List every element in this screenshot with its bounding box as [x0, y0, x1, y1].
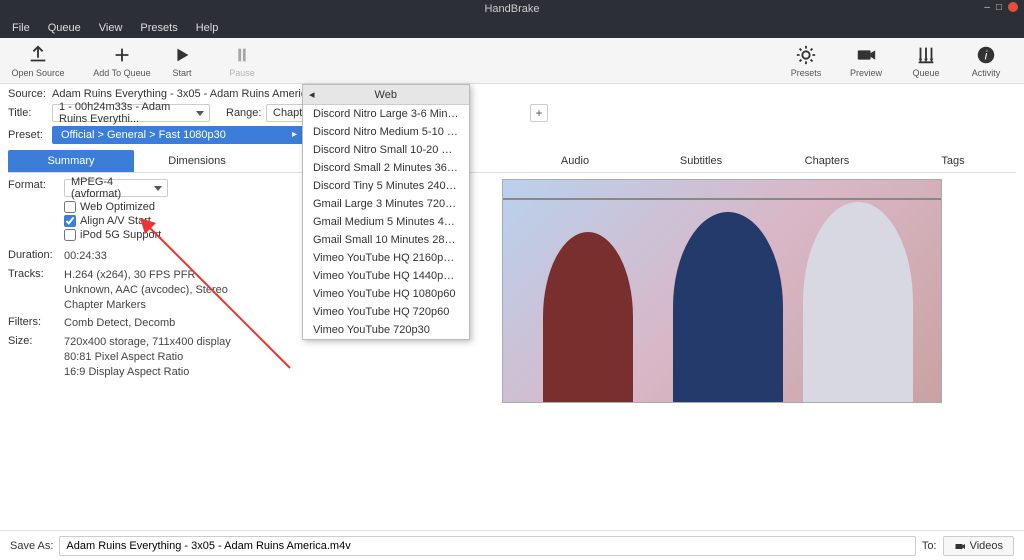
- tracks-value: H.264 (x264), 30 FPS PFR Unknown, AAC (a…: [64, 268, 228, 313]
- menu-bar: File Queue View Presets Help: [0, 18, 1024, 38]
- preview-pane: [428, 179, 1016, 403]
- preset-option[interactable]: Vimeo YouTube 720p30: [303, 321, 469, 339]
- preset-option[interactable]: Discord Nitro Medium 5-10 Minutes 720p30: [303, 123, 469, 141]
- ipod5g-checkbox[interactable]: [64, 229, 76, 241]
- preset-option[interactable]: Discord Small 2 Minutes 360p30: [303, 159, 469, 177]
- to-label: To:: [922, 540, 937, 552]
- destination-button[interactable]: Videos: [943, 536, 1014, 556]
- folder-icon: [954, 540, 966, 552]
- preset-select[interactable]: Official > General > Fast 1080p30: [52, 126, 304, 144]
- preset-option[interactable]: Vimeo YouTube HQ 720p60: [303, 303, 469, 321]
- format-label: Format:: [8, 179, 64, 197]
- queue-icon: [915, 44, 937, 66]
- open-source-button[interactable]: Open Source: [8, 44, 68, 78]
- title-label: Title:: [8, 107, 48, 119]
- camera-icon: [855, 44, 877, 66]
- toolbar: Open Source Add To Queue Start Pause Pre…: [0, 38, 1024, 84]
- preset-option[interactable]: Discord Tiny 5 Minutes 240p30: [303, 177, 469, 195]
- add-preset-button[interactable]: +: [530, 104, 548, 122]
- preview-image: [502, 179, 942, 403]
- size-value: 720x400 storage, 711x400 display 80:81 P…: [64, 335, 231, 380]
- saveas-label: Save As:: [10, 540, 53, 552]
- open-icon: [27, 44, 49, 66]
- popup-back-icon[interactable]: ◂: [309, 88, 315, 101]
- preset-option[interactable]: Vimeo YouTube HQ 1440p60 2.5K: [303, 267, 469, 285]
- tab-audio[interactable]: Audio: [512, 150, 638, 172]
- menu-queue[interactable]: Queue: [40, 20, 89, 36]
- title-select[interactable]: 1 - 00h24m33s - Adam Ruins Everythi...: [52, 104, 210, 122]
- preview-button[interactable]: Preview: [836, 44, 896, 78]
- tab-chapters[interactable]: Chapters: [764, 150, 890, 172]
- web-optimized-checkbox[interactable]: [64, 201, 76, 213]
- add-to-queue-button[interactable]: Add To Queue: [92, 44, 152, 78]
- align-av-checkbox[interactable]: [64, 215, 76, 227]
- menu-view[interactable]: View: [91, 20, 131, 36]
- menu-file[interactable]: File: [4, 20, 38, 36]
- pause-button: Pause: [212, 44, 272, 78]
- close-icon[interactable]: [1008, 2, 1018, 12]
- tab-bar: Summary Dimensions Filters Video Audio S…: [8, 150, 1016, 173]
- preset-label: Preset:: [8, 129, 48, 141]
- format-select[interactable]: MPEG-4 (avformat): [64, 179, 168, 197]
- size-label: Size:: [8, 335, 64, 380]
- plus-icon: [111, 44, 133, 66]
- menu-presets[interactable]: Presets: [132, 20, 185, 36]
- info-icon: i: [975, 44, 997, 66]
- duration-value: 00:24:33: [64, 249, 107, 264]
- source-label: Source:: [8, 88, 48, 100]
- save-bar: Save As: To: Videos: [0, 530, 1024, 560]
- maximize-icon[interactable]: □: [996, 2, 1002, 13]
- preset-option[interactable]: Vimeo YouTube HQ 2160p60 4K: [303, 249, 469, 267]
- activity-button[interactable]: i Activity: [956, 44, 1016, 78]
- queue-button[interactable]: Queue: [896, 44, 956, 78]
- start-button[interactable]: Start: [152, 44, 212, 78]
- gear-icon: [795, 44, 817, 66]
- tracks-label: Tracks:: [8, 268, 64, 313]
- tab-tags[interactable]: Tags: [890, 150, 1016, 172]
- preset-option[interactable]: Gmail Small 10 Minutes 288p30: [303, 231, 469, 249]
- filters-label: Filters:: [8, 316, 64, 331]
- minimize-icon[interactable]: –: [984, 2, 990, 13]
- preset-option[interactable]: Gmail Medium 5 Minutes 480p30: [303, 213, 469, 231]
- popup-category: Web: [323, 89, 463, 101]
- preset-option[interactable]: Discord Nitro Large 3-6 Minutes 1080p30: [303, 105, 469, 123]
- filters-value: Comb Detect, Decomb: [64, 316, 175, 331]
- preset-option[interactable]: Vimeo YouTube HQ 1080p60: [303, 285, 469, 303]
- tab-summary[interactable]: Summary: [8, 150, 134, 172]
- tab-dimensions[interactable]: Dimensions: [134, 150, 260, 172]
- title-bar: HandBrake – □: [0, 0, 1024, 18]
- preset-option[interactable]: Discord Nitro Small 10-20 Minutes 480p30: [303, 141, 469, 159]
- play-icon: [171, 44, 193, 66]
- menu-help[interactable]: Help: [188, 20, 227, 36]
- range-label: Range:: [226, 107, 262, 119]
- saveas-input[interactable]: [59, 536, 915, 556]
- preset-option[interactable]: Gmail Large 3 Minutes 720p30: [303, 195, 469, 213]
- window-title: HandBrake: [484, 3, 539, 15]
- presets-button[interactable]: Presets: [776, 44, 836, 78]
- tab-subtitles[interactable]: Subtitles: [638, 150, 764, 172]
- preset-popup: ◂ Web Discord Nitro Large 3-6 Minutes 10…: [302, 84, 470, 340]
- duration-label: Duration:: [8, 249, 64, 264]
- pause-icon: [231, 44, 253, 66]
- svg-text:i: i: [985, 48, 988, 62]
